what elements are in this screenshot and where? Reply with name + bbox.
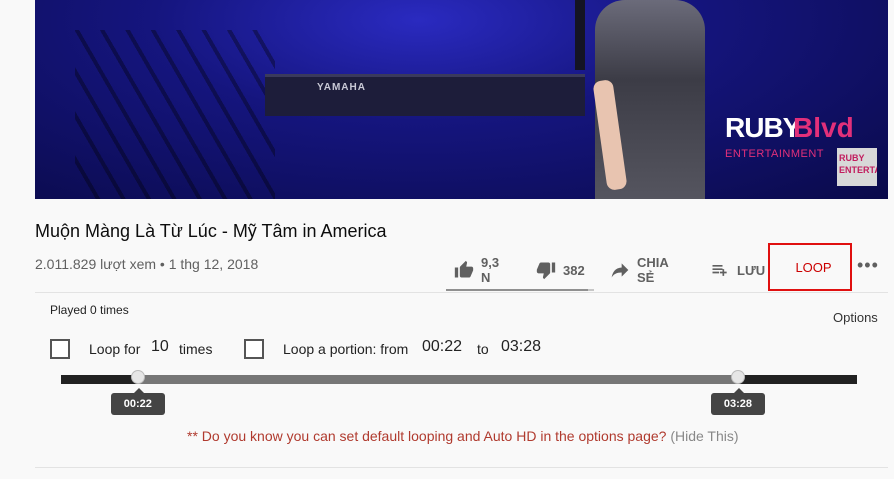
hide-tip-link[interactable]: (Hide This) [670,428,738,444]
divider [35,292,888,293]
portion-start-tooltip: 00:22 [110,388,165,415]
share-label: CHIA SẺ [637,255,669,285]
loop-label: LOOP [795,259,832,275]
playlist-add-icon [710,260,730,280]
portion-slider-range [137,375,738,384]
loop-portion-label: Loop a portion: from [283,341,409,357]
times-label: times [179,341,213,357]
tip-message-text: ** Do you know you can set default loopi… [187,428,667,444]
share-button[interactable]: CHIA SẺ [610,254,668,286]
portion-end-handle[interactable] [730,370,745,384]
share-arrow-icon [610,260,630,280]
channel-watermark-logo: RUBY Blvd ENTERTAINMENT RUBYENTERTAI [725,100,885,190]
loop-for-label: Loop for [89,341,141,357]
save-label: LƯU [737,262,766,278]
tip-message: ** Do you know you can set default loopi… [187,428,739,444]
save-button[interactable]: LƯU [710,254,765,286]
loop-for-checkbox[interactable] [50,339,70,359]
video-player[interactable]: YAMAHA RUBY Blvd ENTERTAINMENT RUBY ENTER… [35,0,888,199]
keyboard-brand: YAMAHA [317,82,366,93]
options-link[interactable]: Options [833,310,878,325]
like-count: 9,3 N [481,255,500,285]
more-actions-button[interactable]: ••• [857,256,881,278]
from-time-input[interactable]: 00:22 [422,338,462,356]
keyboard [265,74,585,116]
logo-ruby: RUBY [725,112,801,143]
page: YAMAHA RUBY Blvd ENTERTAINMENT RUBY ENTER… [0,0,894,479]
portion-end-tooltip: 03:28 [710,388,765,415]
mic-stand [575,0,585,70]
divider [35,467,888,468]
to-time-input[interactable]: 03:28 [501,338,541,356]
portion-start-handle[interactable] [130,370,145,384]
dislike-count: 382 [563,262,585,278]
sentiment-like-fill [446,289,589,291]
logo-entertainment: ENTERTAINMENT [725,148,824,160]
stage-truss [75,30,275,199]
dislike-button[interactable]: 382 [536,254,585,286]
logo-mini: RUBYENTERTAI [837,148,877,186]
to-label: to [477,341,489,357]
video-title: Muộn Màng Là Từ Lúc - Mỹ Tâm in America [35,221,387,241]
loop-count-input[interactable]: 10 [151,338,169,356]
played-count-text: Played 0 times [50,303,129,317]
like-button[interactable]: 9,3 N [454,254,499,286]
loop-portion-checkbox[interactable] [244,339,264,359]
loop-button[interactable]: LOOP [768,243,852,291]
video-meta: 2.011.829 lượt xem • 1 thg 12, 2018 [35,256,259,272]
sentiment-bar [446,289,594,291]
logo-blvd: Blvd [793,112,854,143]
thumbs-up-icon [454,260,474,280]
thumbs-down-icon [536,260,556,280]
